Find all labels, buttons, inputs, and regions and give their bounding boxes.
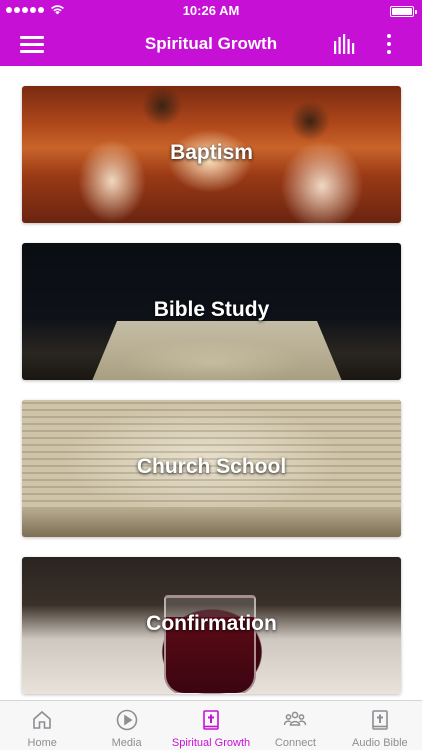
bible-icon (203, 710, 219, 730)
card-confirmation[interactable]: Confirmation (22, 557, 401, 694)
tab-connect[interactable]: Connect (253, 701, 337, 750)
card-label: Church School (136, 455, 287, 478)
more-vertical-icon (387, 34, 391, 38)
tab-spiritual-growth[interactable]: Spiritual Growth (169, 701, 253, 750)
tab-label: Home (27, 737, 57, 749)
battery-icon (390, 6, 417, 17)
tab-label: Connect (274, 737, 316, 749)
card-label: Bible Study (153, 298, 270, 321)
tab-audio-bible[interactable]: Audio Bible (338, 701, 422, 750)
tab-label: Spiritual Growth (171, 737, 251, 749)
tab-home[interactable]: Home (0, 701, 84, 750)
more-options-button[interactable] (380, 32, 398, 56)
app-bar: Spiritual Growth (0, 22, 422, 66)
equalizer-button[interactable] (333, 34, 357, 54)
status-time: 10:26 AM (182, 3, 240, 18)
equalizer-icon (334, 34, 355, 54)
card-bible-study[interactable]: Bible Study (22, 243, 401, 380)
tab-media[interactable]: Media (84, 701, 168, 750)
audio-bible-icon (372, 710, 388, 730)
card-label: Confirmation (146, 612, 277, 635)
home-icon (33, 710, 52, 729)
people-icon (284, 711, 307, 726)
card-label: Baptism (170, 141, 253, 164)
status-bar: 10:26 AM (0, 0, 422, 22)
tab-label: Audio Bible (352, 737, 408, 749)
tab-bar: Home Media Spiritual Growth Connect Audi… (0, 700, 422, 750)
card-baptism[interactable]: Baptism (22, 86, 401, 223)
page-title: Spiritual Growth (144, 34, 278, 53)
battery-level (392, 8, 412, 15)
card-church-school[interactable]: Church School (22, 400, 401, 537)
tab-label: Media (111, 737, 142, 749)
play-icon (116, 709, 137, 731)
